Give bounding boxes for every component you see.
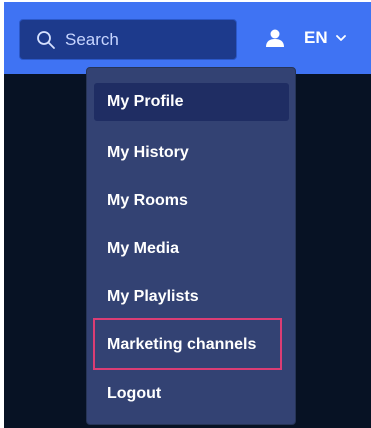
- profile-dropdown-menu: My Profile My History My Rooms My Media …: [86, 67, 296, 425]
- menu-item-my-media[interactable]: My Media: [94, 230, 289, 268]
- menu-item-marketing-channels[interactable]: Marketing channels: [94, 326, 289, 364]
- menu-item-my-history[interactable]: My History: [94, 134, 289, 172]
- search-input[interactable]: [65, 29, 215, 50]
- language-label: EN: [304, 28, 328, 47]
- search-box[interactable]: [19, 19, 237, 60]
- language-selector[interactable]: EN: [304, 29, 346, 46]
- menu-item-my-profile[interactable]: My Profile: [94, 83, 289, 121]
- menu-item-my-rooms[interactable]: My Rooms: [94, 182, 289, 220]
- search-icon: [37, 30, 55, 49]
- user-icon[interactable]: [264, 28, 286, 48]
- chevron-down-icon: [335, 34, 346, 41]
- menu-item-logout[interactable]: Logout: [94, 375, 289, 413]
- menu-item-my-playlists[interactable]: My Playlists: [94, 278, 289, 316]
